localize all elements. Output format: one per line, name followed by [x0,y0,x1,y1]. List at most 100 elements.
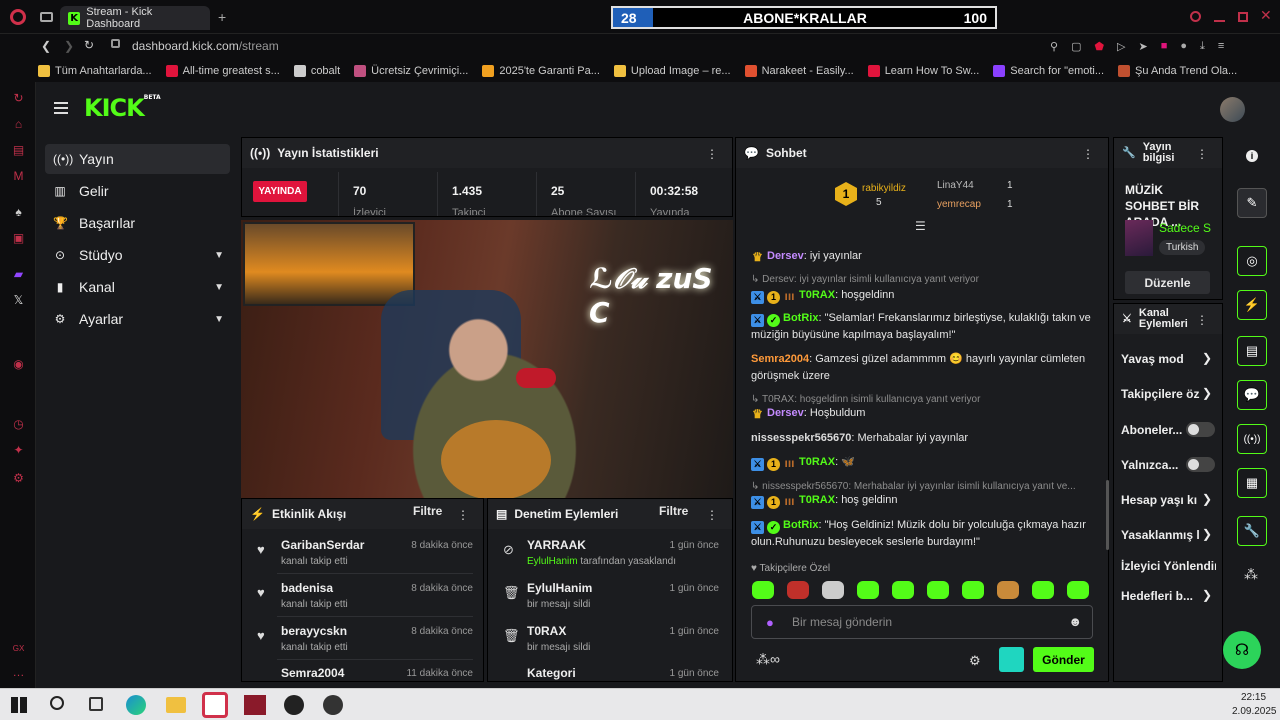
hamburger-menu-icon[interactable] [54,102,68,114]
puzzle-icon[interactable]: ✦ [12,444,25,457]
action-account-age[interactable]: Hesap yaşı kı [1121,493,1201,507]
wrench-icon[interactable]: 🔧 [1237,516,1267,546]
subscribers-only-toggle[interactable] [1186,422,1215,437]
search-icon[interactable] [50,696,64,710]
kick-icon[interactable]: ♠ [12,206,25,219]
camera-icon[interactable]: ◎ [1237,246,1267,276]
url-field[interactable]: dashboard.kick.com/stream [132,39,279,53]
menu-icon[interactable]: ≡ [1218,40,1224,53]
camera-icon[interactable]: ▤ [12,144,25,157]
settings-gear-icon[interactable]: ⚙ [12,472,25,485]
history-icon[interactable]: ↻ [12,92,25,105]
edge-icon[interactable] [126,695,146,715]
chat-username[interactable]: T0RAX [799,494,835,506]
gifter-name[interactable]: rabikyildiz [862,183,906,194]
chat-message[interactable]: ⚔ 1 ııı T0RAX: hoş geldinn [751,492,1096,509]
filter-button[interactable]: Filtre [659,504,688,518]
chat-settings-icon[interactable]: ⚙ [969,653,981,669]
bookmark-item[interactable]: Search for "emoti... [993,65,1104,77]
house-icon[interactable]: ⌂ [12,118,25,131]
bookmark-item[interactable]: Narakeet - Easily... [744,65,854,77]
reload-icon[interactable]: ↻ [84,38,94,52]
moderation-item[interactable]: ☰Kategori1 gün önce [527,666,719,682]
profile-avatar-icon[interactable]: ● [1180,40,1187,53]
chat-username[interactable]: T0RAX [799,289,835,301]
moderation-item[interactable]: ⊘ YARRAAK EylulHanim tarafından yasaklandı… [503,538,719,578]
chat-message[interactable]: ⚔ 1 ııı T0RAX: hoşgeldinn [751,287,1096,304]
chat-message[interactable]: ⚔ ✓ BotRix: "Selamlar! Frekanslarımız birl… [751,310,1096,344]
media-player-icon[interactable] [323,695,343,715]
nav-item-yayin[interactable]: ((•)) Yayın [45,144,230,174]
pin-icon[interactable]: ⚲ [1050,40,1058,53]
more-options-icon[interactable]: ⋮ [1196,313,1208,327]
action-goals[interactable]: Hedefleri b... [1121,589,1196,603]
forward-icon[interactable]: ❯ [64,39,74,53]
emote-icon[interactable] [997,581,1019,599]
pinned-collapse-icon[interactable]: ☰ [915,219,926,233]
emoji-icon[interactable]: ☻ [1068,614,1082,629]
bookmark-item[interactable]: Ücretsiz Çevrimiçi... [354,65,468,77]
more-options-icon[interactable]: ⋮ [706,147,718,161]
emote-icon[interactable] [857,581,879,599]
layout-icon[interactable]: ▦ [1237,468,1267,498]
action-followers-only[interactable]: Takipçilere öz [1121,387,1211,401]
minimize-icon[interactable] [1214,20,1225,22]
send-button[interactable]: Gönder [1033,647,1094,672]
chat-message[interactable]: ⚔ ✓ BotRix: "Hoş Geldiniz! Müzik dolu bir … [751,517,1096,551]
nav-item-gelir[interactable]: ▥ Gelir [45,176,230,206]
lightning-icon[interactable]: ⚡ [1237,290,1267,320]
chat-username[interactable]: BotRix [783,519,818,531]
emote-icon[interactable] [752,581,774,599]
bookmark-item[interactable]: Learn How To Sw... [867,65,979,77]
more-options-icon[interactable]: ⋮ [457,508,469,522]
activity-item[interactable]: ♥ GaribanSerdar kanalı takip etti 8 dakika … [257,538,473,578]
activity-item[interactable]: ♥ berayycskn kanalı takip etti 8 dakika önc… [257,624,473,664]
action-slow-mode[interactable]: Yavaş mod [1121,352,1211,366]
more-options-icon[interactable]: ⋮ [1082,147,1094,161]
emote-icon[interactable] [787,581,809,599]
bookmark-item[interactable]: cobalt [293,65,340,77]
close-icon[interactable]: ✕ [1260,7,1272,24]
info-icon[interactable]: i [1246,150,1258,162]
tab-manager-icon[interactable] [40,12,53,22]
bookmark-item[interactable]: Şu Anda Trend Ola... [1118,65,1237,77]
filter-button[interactable]: Filtre [413,504,442,518]
moderation-item[interactable]: 🗑 EylulHanim bir mesajı sildi 1 gün önce [503,581,719,621]
more-icon[interactable]: … [12,666,25,679]
opera-gx-icon[interactable] [202,692,228,718]
avatar[interactable] [1220,97,1245,122]
chat-bubble-icon[interactable]: 💬 [1237,380,1267,410]
activity-item[interactable]: ♥Semra200411 dakika önce [281,666,473,682]
bookmark-item[interactable]: Tüm Anahtarlarda... [38,65,152,77]
chat-username[interactable]: Dersev [767,407,804,419]
emotes-only-toggle[interactable] [1186,457,1215,472]
kick-emote-button[interactable] [999,647,1024,672]
bookmark-item[interactable]: All-time greatest s... [165,65,280,77]
send-icon[interactable]: ➤ [1139,40,1148,53]
chat-message[interactable]: Semra2004: Gamzesi güzel adammmm 😊 hayır… [751,351,1096,385]
nav-item-ayarlar[interactable]: ⚙ Ayarlar ▼ [45,304,230,334]
chat-username[interactable]: nissesspekr565670 [751,432,851,444]
kick-logo[interactable]: KICKBETA [84,94,161,122]
chat-message[interactable]: ♛ Dersev: Hoşbuldum [751,405,1096,422]
clock-time[interactable]: 22:15 [1241,692,1266,703]
nav-item-studyo[interactable]: ⊙ Stüdyo ▼ [45,240,230,270]
more-options-icon[interactable]: ⋮ [706,508,718,522]
gmail-icon[interactable]: M [12,170,25,183]
emote-icon[interactable] [1032,581,1054,599]
chat-username[interactable]: Dersev [767,250,804,262]
chat-message[interactable]: ♛ Dersev: iyi yayınlar [751,248,1096,265]
bookmark-item[interactable]: Upload Image – re... [613,65,731,77]
extension-icon[interactable]: ■ [1161,40,1168,53]
chat-username[interactable]: BotRix [783,312,818,324]
play-icon[interactable]: ▷ [1117,40,1125,53]
emote-icon[interactable] [822,581,844,599]
back-icon[interactable]: ❮ [41,39,51,53]
activity-item[interactable]: ♥ badenisa kanalı takip etti 8 dakika önce [257,581,473,621]
task-view-icon[interactable] [89,697,103,711]
edit-pencil-icon[interactable]: ✎ [1237,188,1267,218]
moderation-item[interactable]: 🗑 T0RAX bir mesajı sildi 1 gün önce [503,624,719,664]
download-icon[interactable]: ⤓ [1200,40,1205,53]
nav-item-kanal[interactable]: ▮ Kanal ▼ [45,272,230,302]
x-icon[interactable]: 𝕏 [12,294,25,307]
